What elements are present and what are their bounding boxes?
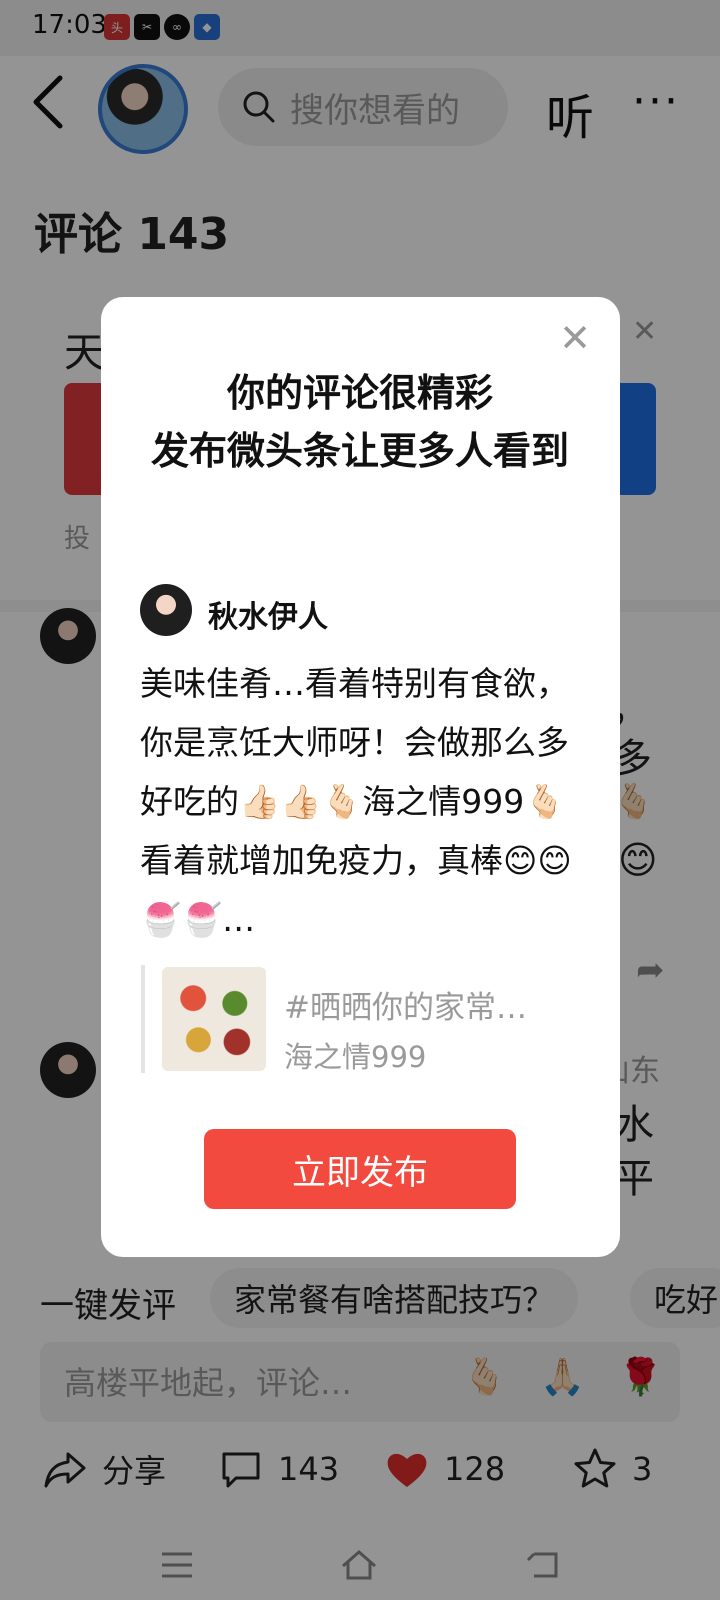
dialog-title: 你的评论很精彩 发布微头条让更多人看到: [120, 364, 600, 480]
publish-button[interactable]: 立即发布: [204, 1129, 516, 1209]
user-name: 秋水伊人: [208, 600, 328, 635]
article-thumbnail: [162, 967, 266, 1071]
close-icon[interactable]: ✕: [555, 318, 595, 358]
dialog-title-line1: 你的评论很精彩: [226, 371, 493, 415]
user-avatar: [140, 584, 192, 636]
article-author: 海之情999: [284, 1040, 427, 1074]
quote-bar: [141, 965, 145, 1073]
article-title: #晒晒你的家常…: [284, 990, 527, 1026]
dialog-title-line2: 发布微头条让更多人看到: [150, 429, 569, 473]
comment-preview-text: 美味佳肴…看着特别有食欲，你是烹饪大师呀！会做那么多好吃的👍🏻👍🏻🫰🏻海之情99…: [140, 664, 572, 939]
